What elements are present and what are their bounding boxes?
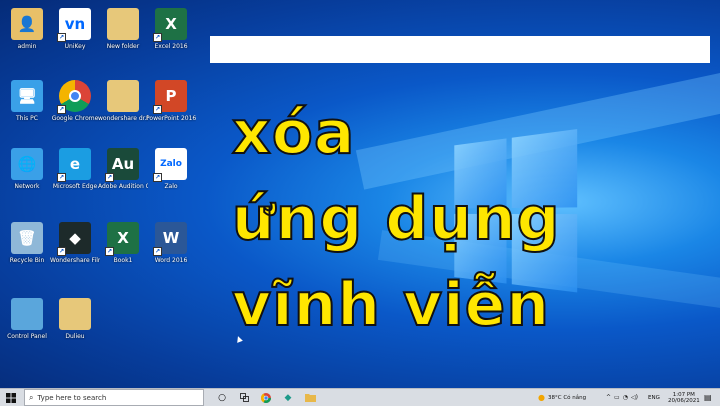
cortana-icon[interactable]: ○ [214, 389, 230, 406]
desktop-icon-label: wondershare dr.fo [98, 115, 148, 122]
weather-text: 38°C Có nắng [547, 394, 587, 401]
desktop-icon[interactable]: X ↗ Book1 [98, 222, 148, 264]
desktop-icon[interactable]: 🗑 Recycle Bin [2, 222, 52, 264]
chrome-icon [261, 392, 271, 403]
desktop-icon-image-icon: Zalo ↗ [153, 148, 187, 182]
desktop-icon[interactable]: X ↗ Excel 2016 [146, 8, 196, 50]
desktop-icon[interactable]: Au↗Adobe Audition CS6 [98, 148, 148, 190]
desktop-icon[interactable]: wondershare dr.fo [98, 80, 148, 122]
shortcut-arrow-icon: ↗ [105, 173, 114, 182]
desktop-icon[interactable]: W ↗ Word 2016 [146, 222, 196, 264]
overlay-line-3: vĩnh viễn [231, 269, 551, 341]
desktop-icon-label: Microsoft Edge [52, 183, 98, 190]
desktop-icon[interactable]: e ↗ Microsoft Edge [50, 148, 100, 190]
weather-widget[interactable]: ● 38°C Có nắng [538, 389, 586, 406]
desktop-icon-image-icon: e ↗ [57, 148, 91, 182]
shortcut-arrow-icon: ↗ [153, 33, 162, 42]
shortcut-arrow-icon: ↗ [57, 33, 66, 42]
shortcut-arrow-icon: ↗ [57, 247, 66, 256]
notification-icon[interactable]: ▤ [704, 389, 712, 406]
taskbar: ⌕ Type here to search ○ ◆ ● 38°C Có nắng… [0, 388, 720, 406]
desktop-icon[interactable]: vn ↗ UniKey [50, 8, 100, 50]
taskbar-chrome-icon[interactable] [258, 389, 274, 406]
desktop-icon-image-icon: W ↗ [153, 222, 187, 256]
shortcut-arrow-icon: ↗ [57, 105, 66, 114]
desktop-icon-image-icon: X ↗ [105, 222, 139, 256]
shortcut-arrow-icon: ↗ [57, 173, 66, 182]
desktop-icon[interactable]: 🖥 This PC [2, 80, 52, 122]
desktop-icon[interactable]: Control Panel [2, 298, 52, 340]
shortcut-arrow-icon: ↗ [153, 247, 162, 256]
desktop-icon-label: Wondershare Filmora [50, 257, 100, 264]
overlay-line-2: ứng dụng [231, 183, 561, 255]
desktop-icon-image-icon: ↗ [57, 80, 91, 114]
desktop-icon-label: Network [14, 183, 40, 190]
desktop-icon[interactable]: Zalo ↗ Zalo [146, 148, 196, 190]
desktop-icon-label: Adobe Audition CS6 [98, 183, 148, 190]
desktop-icon[interactable]: ↗ Google Chrome [50, 80, 100, 122]
desktop-icon-image-icon: 👤 [11, 8, 43, 40]
desktop-icon[interactable]: 👤 admin [2, 8, 52, 50]
shortcut-arrow-icon: ↗ [153, 173, 162, 182]
taskbar-explorer-icon[interactable] [302, 389, 318, 406]
volume-icon: ◁) [630, 394, 638, 401]
desktop-icon[interactable]: ◆↗Wondershare Filmora [50, 222, 100, 264]
desktop-icon-image-icon: X ↗ [153, 8, 187, 42]
tray-icons[interactable]: ^ ▭ ◔ ◁) [606, 389, 638, 406]
desktop-icon-label: admin [17, 43, 37, 50]
clock-date: 20/06/2021 [668, 397, 700, 404]
clock[interactable]: 1:07 PM 20/06/2021 [668, 389, 700, 406]
start-button[interactable] [0, 389, 22, 406]
white-banner [210, 36, 710, 63]
shortcut-arrow-icon: ↗ [105, 247, 114, 256]
taskbar-search-box[interactable]: ⌕ Type here to search [24, 389, 204, 406]
desktop-icon-image-icon: 🖥 [11, 80, 43, 112]
search-icon: ⌕ [29, 392, 34, 402]
desktop-icon-label: Google Chrome [51, 115, 99, 122]
windows-start-icon [6, 392, 16, 403]
shortcut-arrow-icon: ↗ [153, 105, 162, 114]
network-icon: ◔ [622, 394, 628, 401]
desktop-icon-label: Control Panel [7, 333, 47, 340]
task-view-glyph-icon [239, 393, 249, 402]
desktop-icon[interactable]: New folder [98, 8, 148, 50]
desktop-icon-label: Dulieu [65, 333, 85, 340]
desktop-icon-image-icon: 🗑 [11, 222, 43, 254]
desktop-icon-image-icon [11, 298, 43, 330]
desktop-icon-label: Book1 [113, 257, 133, 264]
desktop-icon-label: Word 2016 [154, 257, 188, 264]
desktop-icon-image-icon: Au ↗ [105, 148, 139, 182]
desktop-icon[interactable]: P ↗ PowerPoint 2016 [146, 80, 196, 122]
search-placeholder: Type here to search [37, 393, 107, 402]
desktop-icon[interactable]: 🌐 Network [2, 148, 52, 190]
desktop-icon-image-icon [107, 8, 139, 40]
folder-icon [304, 394, 316, 402]
desktop-icon-label: UniKey [64, 43, 86, 50]
overlay-line-1: xóa [231, 97, 356, 169]
desktop-icon-label: Excel 2016 [154, 43, 188, 50]
desktop-icon[interactable]: Dulieu [50, 298, 100, 340]
battery-icon: ▭ [614, 394, 620, 401]
desktop-icon-image-icon: vn ↗ [57, 8, 91, 42]
desktop-icon-label: Zalo [164, 183, 178, 190]
sun-icon: ● [538, 393, 545, 402]
desktop-icon-label: PowerPoint 2016 [146, 115, 196, 122]
desktop-icon-image-icon: 🌐 [11, 148, 43, 180]
language-indicator[interactable]: ENG [648, 389, 660, 406]
desktop-icon-image-icon: ◆ ↗ [57, 222, 91, 256]
desktop-icon-label: Recycle Bin [9, 257, 45, 264]
desktop-icon-label: This PC [16, 115, 38, 122]
chevron-up-icon: ^ [606, 394, 612, 401]
desktop-icon-label: New folder [106, 43, 140, 50]
desktop-icon-image-icon [107, 80, 139, 112]
taskbar-filmora-icon[interactable]: ◆ [280, 389, 296, 406]
desktop-icon-image-icon: P ↗ [153, 80, 187, 114]
desktop-icon-image-icon [59, 298, 91, 330]
task-view-icon[interactable] [236, 389, 252, 406]
